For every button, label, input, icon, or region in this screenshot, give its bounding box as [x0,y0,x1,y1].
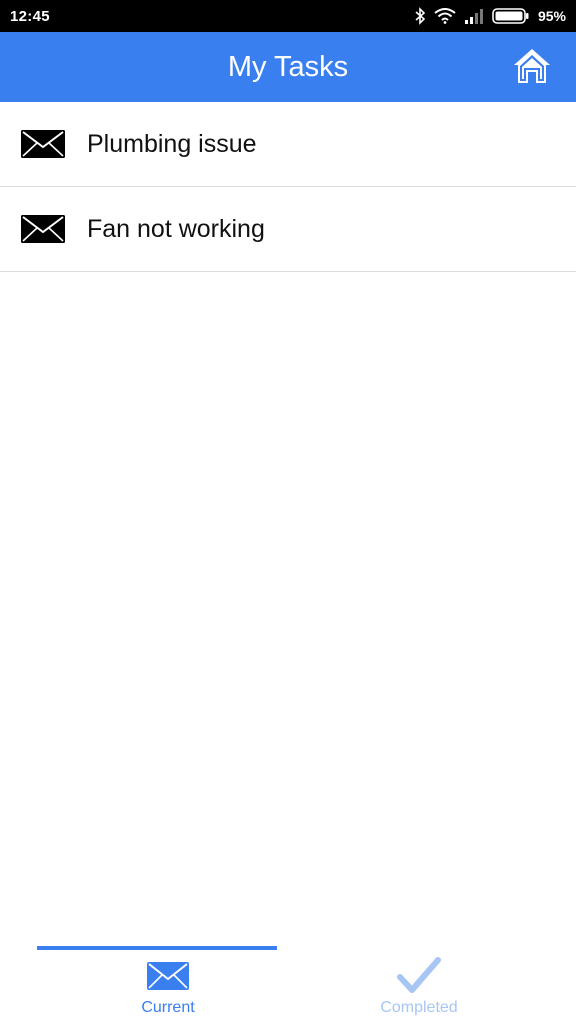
envelope-icon [147,960,189,992]
wifi-icon [434,8,456,24]
tab-current[interactable]: Current [37,940,299,1024]
tab-label: Current [141,999,195,1016]
active-tab-indicator [37,946,277,950]
app-header: My Tasks [0,32,576,102]
home-button[interactable] [510,44,554,88]
task-list: Plumbing issue Fan not working [0,102,576,272]
battery-icon [492,8,530,24]
envelope-icon [21,214,65,244]
status-bar: 12:45 95% [0,0,576,32]
task-list-item[interactable]: Plumbing issue [0,102,576,187]
bottom-tab-bar: Current Completed [0,940,576,1024]
signal-icon [464,8,484,24]
page-title: My Tasks [227,50,349,83]
tab-label: Completed [380,999,458,1016]
bluetooth-icon [414,7,426,25]
task-list-item[interactable]: Fan not working [0,187,576,272]
tab-completed[interactable]: Completed [299,940,539,1024]
status-time: 12:45 [10,7,50,25]
task-label: Fan not working [87,214,265,243]
checkmark-icon [397,957,441,993]
battery-percent: 95% [537,8,566,24]
status-icons: 95% [414,7,566,25]
home-icon [514,49,550,83]
envelope-icon [21,129,65,159]
task-label: Plumbing issue [87,129,257,158]
